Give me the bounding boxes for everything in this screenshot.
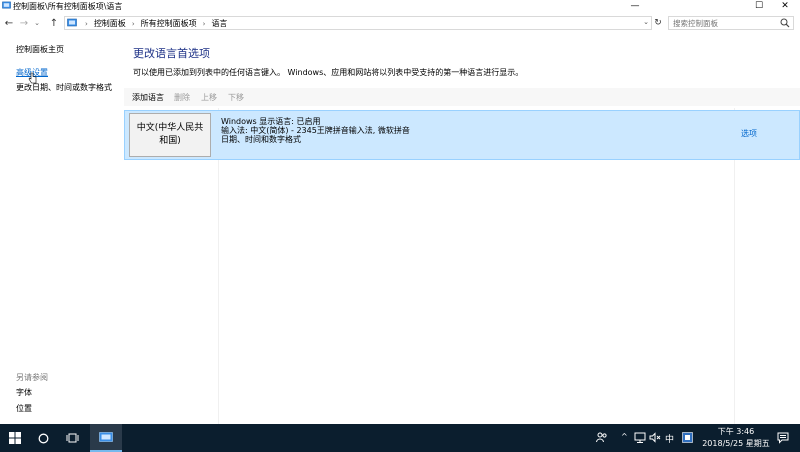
back-button[interactable]: ←: [3, 17, 15, 29]
fonts-link[interactable]: 字体: [16, 387, 32, 398]
clock-time: 下午 3:46: [717, 427, 755, 436]
language-details: Windows 显示语言: 已启用 输入法: 中文(简体) - 2345王牌拼音…: [221, 117, 410, 144]
display-language-status: Windows 显示语言: 已启用: [221, 117, 321, 126]
close-icon: ✕: [781, 1, 789, 11]
date-time-format-info: 日期、时间和数字格式: [221, 135, 301, 144]
maximize-icon: ☐: [754, 1, 764, 11]
close-button[interactable]: ✕: [770, 0, 800, 12]
clock-date: 2018/5/25 星期五: [702, 439, 770, 448]
network-icon[interactable]: [634, 432, 646, 443]
control-panel-taskbar-button[interactable]: [90, 424, 122, 452]
arrow-right-icon: →: [19, 17, 29, 29]
language-name-tile[interactable]: 中文(中华人民共和国): [129, 113, 211, 157]
breadcrumb-separator[interactable]: ›: [132, 20, 135, 28]
arrow-up-icon: ↑: [49, 17, 59, 29]
control-panel-icon: [2, 1, 11, 9]
search-box[interactable]: [668, 16, 794, 30]
up-button[interactable]: ↑: [48, 17, 60, 29]
page-description: 可以使用已添加到列表中的任何语言键入。 Windows、应用和网站将以列表中受支…: [133, 68, 524, 77]
left-navigation: 控制面板主页 高级设置 更改日期、时间或数字格式 另请参阅 字体 位置: [0, 34, 118, 424]
arrow-left-icon: ←: [4, 17, 14, 29]
language-list: 中文(中华人民共和国) Windows 显示语言: 已启用 输入法: 中文(简体…: [124, 108, 800, 424]
breadcrumb-all-items[interactable]: 所有控制面板项: [141, 18, 197, 29]
minimize-button[interactable]: —: [620, 0, 650, 12]
control-panel-icon: [67, 18, 77, 27]
cortana-button[interactable]: [30, 424, 56, 452]
ime-indicator[interactable]: 中: [665, 432, 674, 445]
task-view-button[interactable]: [58, 424, 86, 452]
location-link[interactable]: 位置: [16, 403, 32, 414]
move-down-button[interactable]: 下移: [228, 92, 244, 103]
breadcrumb: › 控制面板 › 所有控制面板项 › 语言: [79, 18, 227, 29]
breadcrumb-separator: ›: [85, 19, 88, 28]
language-row[interactable]: 中文(中华人民共和国) Windows 显示语言: 已启用 输入法: 中文(简体…: [124, 110, 800, 160]
language-name: 中文(中华人民共和国): [136, 123, 204, 146]
breadcrumb-control-panel[interactable]: 控制面板: [94, 18, 126, 29]
minimize-icon: —: [630, 1, 640, 11]
address-dropdown-icon[interactable]: ⌄: [643, 18, 649, 26]
breadcrumb-language[interactable]: 语言: [211, 18, 227, 29]
page-title: 更改语言首选项: [133, 47, 210, 60]
address-bar-row: ← → ⌄ ↑ › 控制面板 › 所有控制面板项 › 语言 ⌄ ↻: [0, 13, 800, 33]
search-input[interactable]: [669, 17, 783, 29]
options-link[interactable]: 选项: [741, 128, 757, 139]
search-icon: [780, 18, 790, 28]
people-icon[interactable]: [596, 432, 608, 443]
clock[interactable]: 下午 3:46 2018/5/25 星期五: [700, 426, 772, 450]
language-toolbar: 添加语言 删除 上移 下移: [124, 88, 800, 106]
start-button[interactable]: [0, 424, 30, 452]
see-also-heading: 另请参阅: [16, 373, 48, 382]
title-bar: 控制面板\所有控制面板项\语言 — ☐ ✕: [0, 0, 800, 12]
chevron-down-icon: ⌄: [34, 19, 40, 27]
input-method-info: 输入法: 中文(简体) - 2345王牌拼音输入法, 微软拼音: [221, 126, 410, 135]
windows-logo-icon: [9, 432, 21, 444]
move-up-button[interactable]: 上移: [201, 92, 217, 103]
main-content: 更改语言首选项 可以使用已添加到列表中的任何语言键入。 Windows、应用和网…: [118, 34, 800, 424]
refresh-icon: ↻: [654, 18, 662, 28]
forward-button[interactable]: →: [18, 17, 30, 29]
control-panel-home-link[interactable]: 控制面板主页: [16, 44, 64, 55]
action-center-icon[interactable]: [777, 432, 789, 444]
recent-locations-button[interactable]: ⌄: [31, 17, 43, 29]
taskbar: ^ 中 下午 3:46 2018/5/25 星期五: [0, 424, 800, 452]
add-language-button[interactable]: 添加语言: [132, 92, 164, 103]
refresh-button[interactable]: ↻: [651, 16, 665, 30]
show-hidden-icons-icon[interactable]: ^: [621, 432, 628, 441]
cortana-circle-icon: [38, 433, 48, 443]
task-view-icon: [66, 433, 78, 443]
breadcrumb-separator[interactable]: ›: [203, 20, 206, 28]
window-title: 控制面板\所有控制面板项\语言: [13, 2, 123, 11]
control-panel-icon: [99, 431, 113, 442]
address-box[interactable]: › 控制面板 › 所有控制面板项 › 语言 ⌄: [64, 16, 652, 30]
change-date-time-format-link[interactable]: 更改日期、时间或数字格式: [16, 82, 112, 93]
delete-button[interactable]: 删除: [174, 92, 190, 103]
input-method-icon[interactable]: [682, 432, 693, 443]
volume-muted-icon[interactable]: [649, 432, 661, 443]
